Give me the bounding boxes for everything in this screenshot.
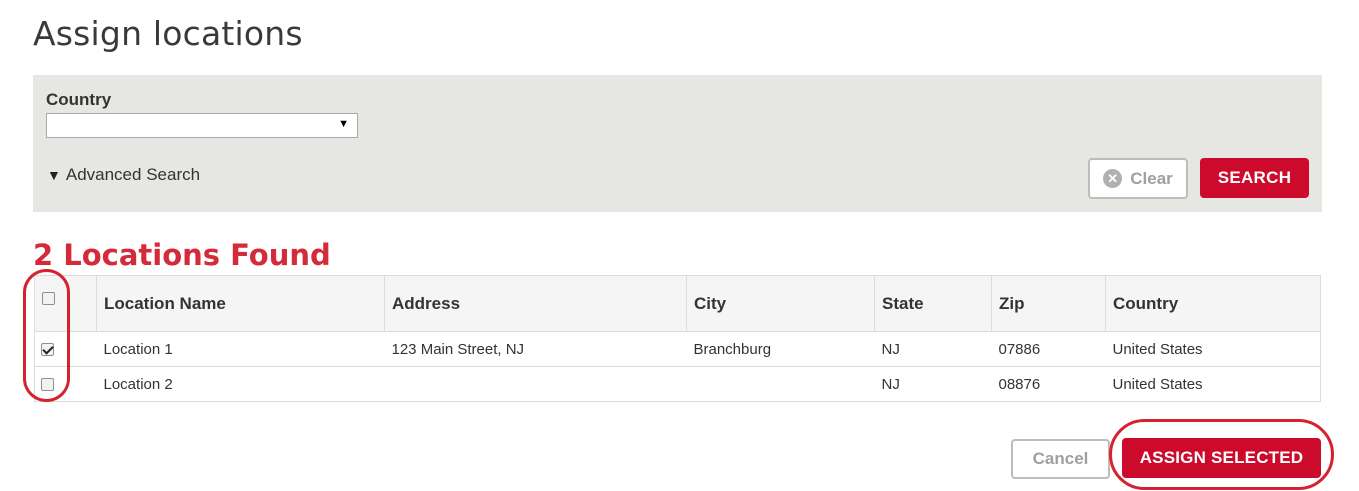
row-select-cell [34, 366, 97, 402]
cell-address [384, 366, 687, 402]
row-checkbox[interactable] [41, 343, 54, 357]
country-label: Country [46, 90, 112, 109]
results-table: Location Name Address City State Zip Cou… [34, 275, 1321, 402]
column-header-location-name[interactable]: Location Name [96, 275, 385, 332]
column-header-state[interactable]: State [874, 275, 992, 332]
search-button[interactable]: SEARCH [1200, 158, 1309, 198]
column-header-zip[interactable]: Zip [991, 275, 1106, 332]
page-title: Assign locations [33, 14, 303, 53]
advanced-search-label: Advanced Search [65, 165, 201, 184]
table-header-row: Location Name Address City State Zip Cou… [34, 275, 1321, 332]
row-checkbox[interactable] [41, 378, 54, 392]
table-row[interactable]: Location 2 NJ 08876 United States [34, 366, 1321, 402]
column-header-country[interactable]: Country [1105, 275, 1321, 332]
cell-zip: 08876 [991, 366, 1106, 402]
clear-button-label: Clear [1130, 168, 1173, 188]
cell-location-name: Location 1 [96, 331, 385, 367]
table-row[interactable]: Location 1 123 Main Street, NJ Branchbur… [34, 331, 1321, 367]
triangle-down-icon: ▼ [47, 167, 61, 183]
cell-address: 123 Main Street, NJ [384, 331, 687, 367]
cell-city [686, 366, 875, 402]
cell-state: NJ [874, 331, 992, 367]
search-panel: Country ▼ ▼ Advanced Search ✕ Clear SEARC… [33, 75, 1322, 212]
cell-city: Branchburg [686, 331, 875, 367]
row-select-cell [34, 331, 97, 367]
chevron-down-icon: ▼ [338, 118, 349, 130]
clear-circle-x-icon: ✕ [1103, 169, 1123, 188]
cell-state: NJ [874, 366, 992, 402]
cell-country: United States [1105, 331, 1321, 367]
cell-zip: 07886 [991, 331, 1106, 367]
column-header-city[interactable]: City [686, 275, 875, 332]
select-all-checkbox[interactable] [42, 292, 55, 306]
column-header-address[interactable]: Address [384, 275, 687, 332]
select-all-cell [34, 275, 97, 332]
results-heading: 2 Locations Found [33, 238, 331, 272]
cell-location-name: Location 2 [96, 366, 385, 402]
country-select[interactable]: ▼ [46, 113, 358, 138]
advanced-search-toggle[interactable]: ▼ Advanced Search [47, 165, 200, 185]
cell-country: United States [1105, 366, 1321, 402]
cancel-button[interactable]: Cancel [1011, 439, 1110, 479]
assign-selected-button[interactable]: ASSIGN SELECTED [1122, 438, 1321, 478]
clear-button[interactable]: ✕ Clear [1088, 158, 1188, 199]
